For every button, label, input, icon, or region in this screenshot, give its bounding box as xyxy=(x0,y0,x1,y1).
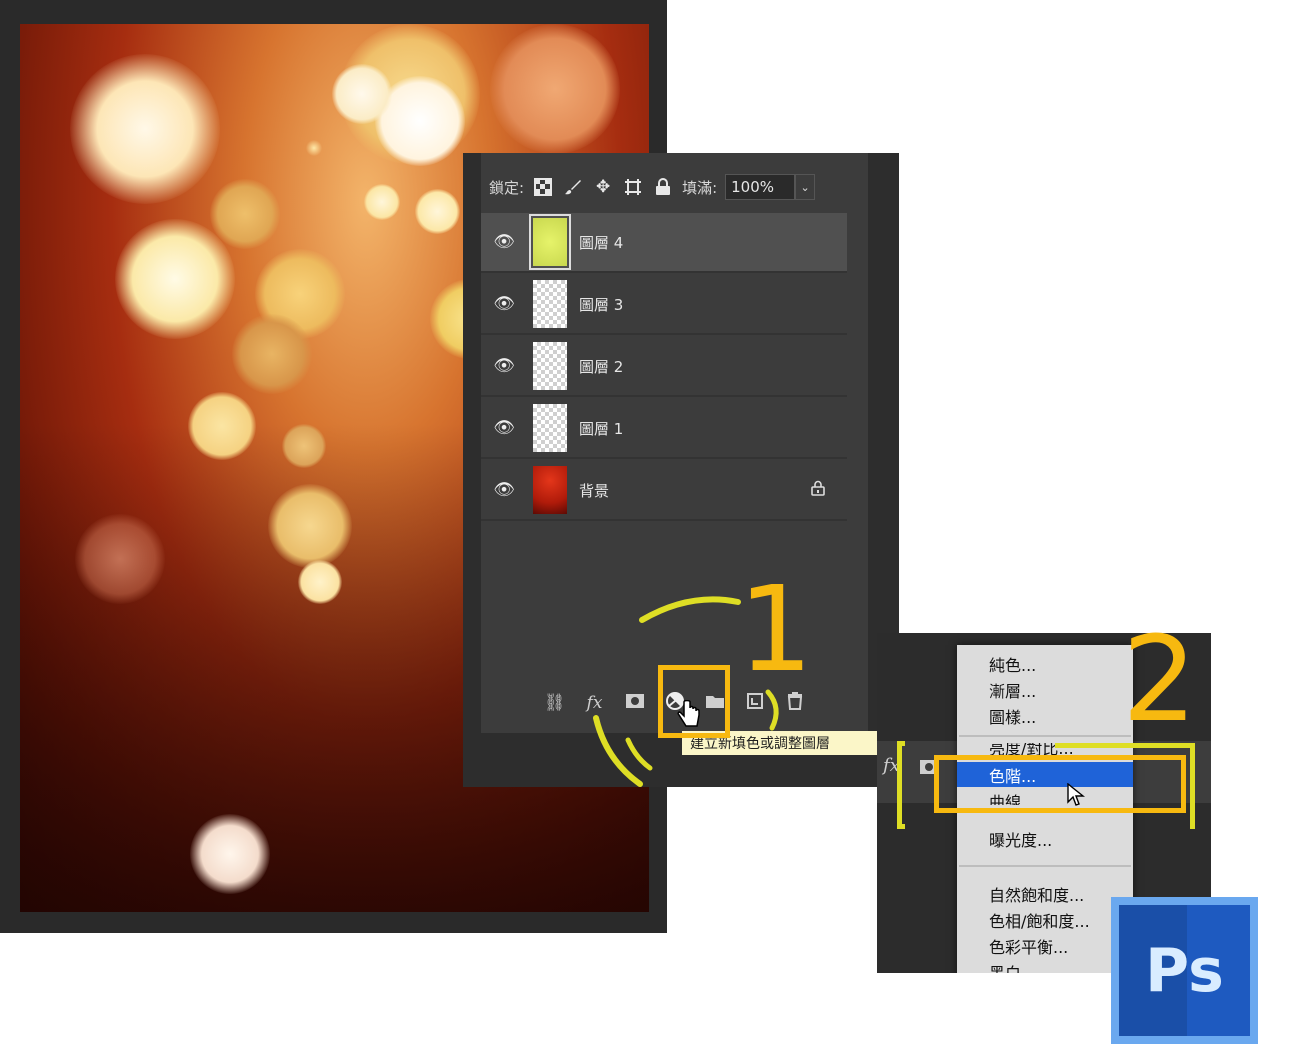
menu-item-color-balance[interactable]: 色彩平衡... xyxy=(957,933,1133,958)
menu-item-gradient[interactable]: 漸層... xyxy=(957,677,1133,702)
menu-item-vibrance[interactable]: 自然飽和度... xyxy=(957,881,1133,906)
menu-item-solid-color[interactable]: 純色... xyxy=(957,651,1133,676)
annotation-bracket xyxy=(897,741,905,829)
step-number-1: 1 xyxy=(738,560,814,698)
hand-cursor-icon xyxy=(676,699,702,730)
photoshop-logo-text: Ps xyxy=(1119,905,1250,1036)
menu-separator xyxy=(959,735,1131,737)
highlight-box-levels xyxy=(934,755,1186,813)
menu-separator xyxy=(959,865,1131,867)
menu-item-pattern[interactable]: 圖樣... xyxy=(957,703,1133,728)
step-number-2: 2 xyxy=(1122,610,1198,748)
menu-item-hue-saturation[interactable]: 色相/飽和度... xyxy=(957,907,1133,932)
menu-item-exposure[interactable]: 曝光度... xyxy=(957,826,1133,851)
photoshop-logo: Ps xyxy=(1111,897,1258,1044)
menu-item-black-white[interactable]: 黑白... xyxy=(957,959,1133,974)
